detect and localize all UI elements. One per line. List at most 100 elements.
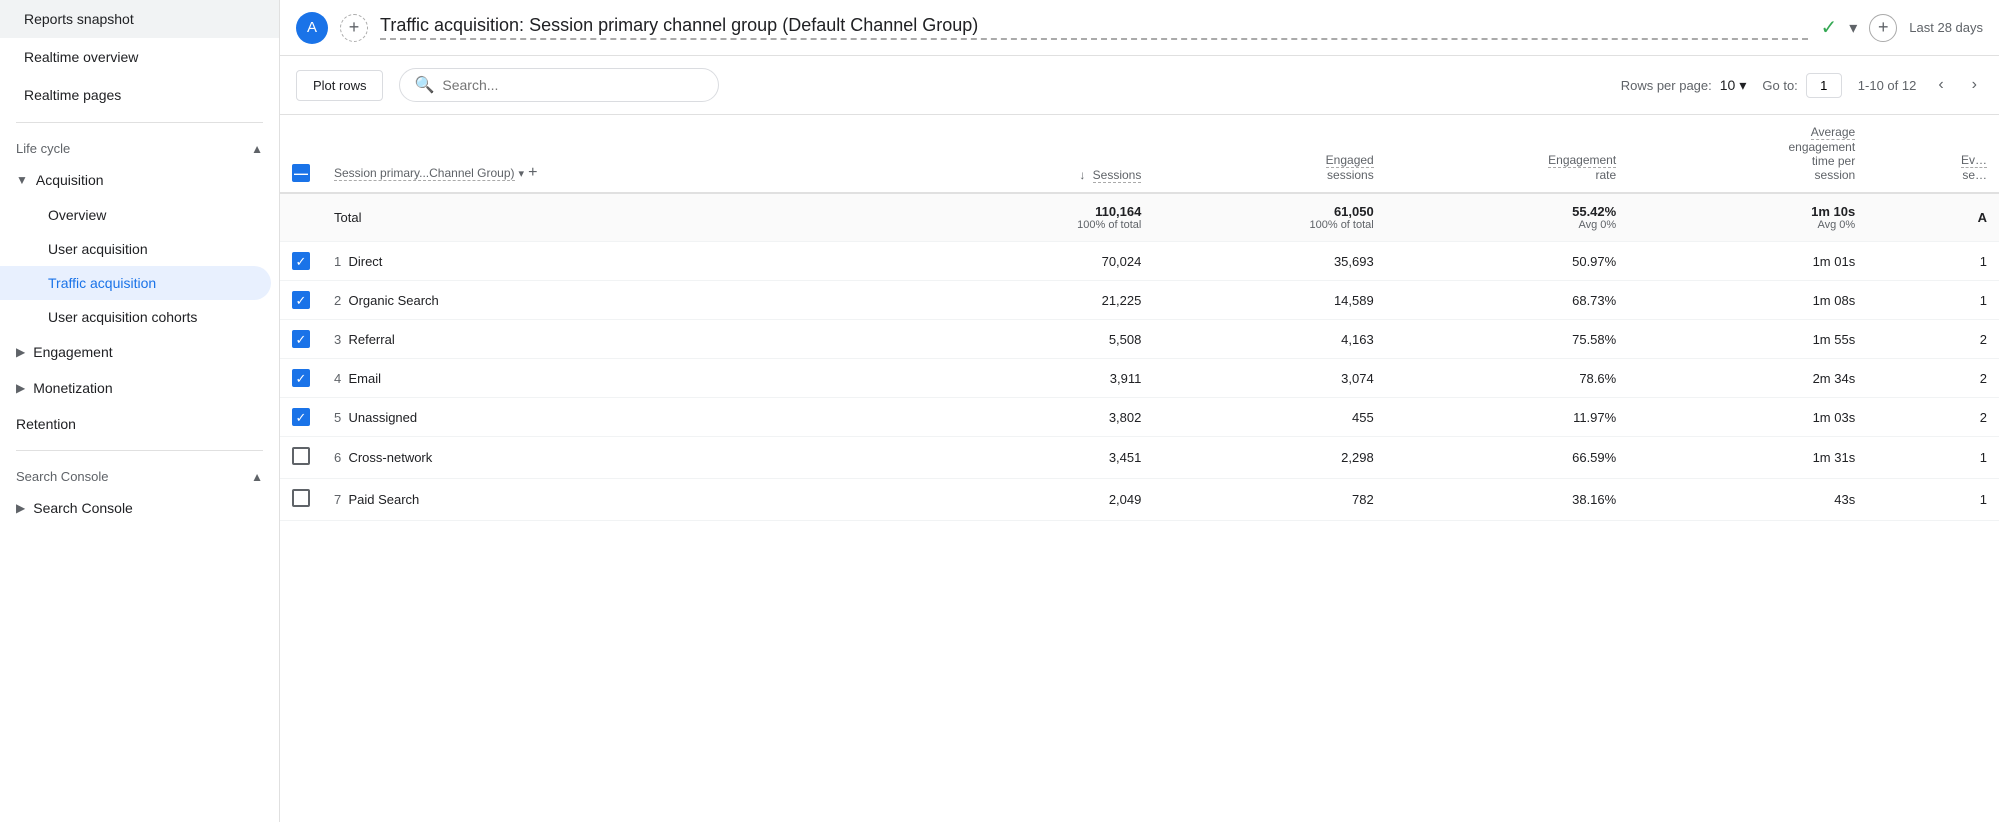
row-sessions: 2,049 <box>921 479 1153 521</box>
sidebar-section-lifecycle[interactable]: Life cycle ▲ <box>0 131 279 162</box>
dimension-col-chevron[interactable]: ▾ <box>519 167 525 180</box>
row-ev-se: 1 <box>1867 437 1999 479</box>
table-toolbar: Plot rows 🔍 Rows per page: 10 ▾ Go to: 1… <box>280 56 1999 115</box>
table-area: Plot rows 🔍 Rows per page: 10 ▾ Go to: 1… <box>280 56 1999 822</box>
sidebar-item-retention[interactable]: Retention <box>0 406 279 442</box>
table-row: 6 Cross-network3,4512,29866.59%1m 31s1 <box>280 437 1999 479</box>
row-avg-eng-time: 1m 01s <box>1628 242 1867 281</box>
row-number: 3 <box>334 332 341 347</box>
row-name: Cross-network <box>348 450 432 465</box>
table-row: 7 Paid Search2,04978238.16%43s1 <box>280 479 1999 521</box>
row-name-cell: 5 Unassigned <box>322 398 921 437</box>
sidebar-item-user-acquisition-cohorts[interactable]: User acquisition cohorts <box>0 300 279 334</box>
row-engaged-sessions: 3,074 <box>1153 359 1385 398</box>
avg-eng-time-col-label[interactable]: Average <box>1811 125 1855 140</box>
row-ev-se: 1 <box>1867 281 1999 320</box>
row-engagement-rate: 11.97% <box>1386 398 1628 437</box>
row-sessions: 21,225 <box>921 281 1153 320</box>
row-engaged-sessions: 2,298 <box>1153 437 1385 479</box>
sidebar-item-acquisition[interactable]: ▼ Acquisition <box>0 162 279 198</box>
row-checkbox[interactable]: ✓ <box>292 408 310 426</box>
row-number: 1 <box>334 254 341 269</box>
select-all-checkbox[interactable]: — <box>292 164 310 182</box>
add-dimension-button[interactable]: + <box>528 164 537 182</box>
row-avg-eng-time: 1m 03s <box>1628 398 1867 437</box>
search-input[interactable] <box>442 77 704 93</box>
row-checkbox[interactable]: ✓ <box>292 252 310 270</box>
total-cb-cell <box>280 193 322 242</box>
total-sessions: 110,164 100% of total <box>921 193 1153 242</box>
row-cb-cell: ✓ <box>280 281 322 320</box>
total-ev-se: A <box>1867 193 1999 242</box>
col-header-engagement-rate: Engagement rate <box>1386 115 1628 193</box>
row-name-cell: 6 Cross-network <box>322 437 921 479</box>
rows-per-page-select[interactable]: 10 ▾ <box>1720 77 1747 94</box>
row-sessions: 3,451 <box>921 437 1153 479</box>
total-avg-eng-time: 1m 10s Avg 0% <box>1628 193 1867 242</box>
row-cb-cell <box>280 437 322 479</box>
sidebar-item-monetization[interactable]: ▶ Monetization <box>0 370 279 406</box>
row-checkbox[interactable] <box>292 489 310 507</box>
sessions-col-label[interactable]: Sessions <box>1093 168 1142 183</box>
goto-section: Go to: <box>1762 73 1841 98</box>
add-report-button[interactable]: + <box>1869 14 1897 42</box>
row-engagement-rate: 78.6% <box>1386 359 1628 398</box>
row-number: 7 <box>334 492 341 507</box>
dimension-col-label[interactable]: Session primary...Channel Group) <box>334 166 515 181</box>
check-circle-icon: ✓ <box>1820 15 1837 40</box>
sidebar-item-realtime-overview[interactable]: Realtime overview <box>0 38 279 76</box>
row-name-cell: 4 Email <box>322 359 921 398</box>
row-sessions: 70,024 <box>921 242 1153 281</box>
ev-se-col-label[interactable]: Ev… <box>1961 153 1987 168</box>
row-engagement-rate: 66.59% <box>1386 437 1628 479</box>
sidebar-divider-1 <box>16 122 263 123</box>
total-row: Total 110,164 100% of total 61,050 100% … <box>280 193 1999 242</box>
row-cb-cell: ✓ <box>280 398 322 437</box>
row-name-cell: 7 Paid Search <box>322 479 921 521</box>
row-checkbox[interactable] <box>292 447 310 465</box>
engaged-sessions-col-label[interactable]: Engaged <box>1326 153 1374 168</box>
row-checkbox[interactable]: ✓ <box>292 291 310 309</box>
sidebar-divider-2 <box>16 450 263 451</box>
row-engagement-rate: 38.16% <box>1386 479 1628 521</box>
monetization-chevron: ▶ <box>16 381 25 395</box>
row-avg-eng-time: 1m 31s <box>1628 437 1867 479</box>
engagement-rate-col-label[interactable]: Engagement <box>1548 153 1616 168</box>
sidebar-item-realtime-pages[interactable]: Realtime pages <box>0 76 279 114</box>
row-engaged-sessions: 455 <box>1153 398 1385 437</box>
sidebar-item-user-acquisition[interactable]: User acquisition <box>0 232 279 266</box>
row-checkbox[interactable]: ✓ <box>292 369 310 387</box>
row-ev-se: 1 <box>1867 479 1999 521</box>
row-ev-se: 2 <box>1867 398 1999 437</box>
plot-rows-button[interactable]: Plot rows <box>296 70 383 101</box>
search-console-section-chevron: ▲ <box>251 470 263 484</box>
total-engaged-sessions: 61,050 100% of total <box>1153 193 1385 242</box>
avatar[interactable]: A <box>296 12 328 44</box>
data-table: — Session primary...Channel Group) ▾ + ↓… <box>280 115 1999 521</box>
acquisition-chevron: ▼ <box>16 173 28 187</box>
date-range[interactable]: Last 28 days <box>1909 20 1983 35</box>
row-engaged-sessions: 4,163 <box>1153 320 1385 359</box>
rows-per-page-control: Rows per page: 10 ▾ <box>1621 77 1747 94</box>
row-avg-eng-time: 1m 55s <box>1628 320 1867 359</box>
row-checkbox[interactable]: ✓ <box>292 330 310 348</box>
sidebar-item-search-console[interactable]: ▶ Search Console <box>0 490 279 526</box>
sidebar-section-search-console[interactable]: Search Console ▲ <box>0 459 279 490</box>
sidebar-item-engagement[interactable]: ▶ Engagement <box>0 334 279 370</box>
row-engaged-sessions: 14,589 <box>1153 281 1385 320</box>
sidebar-item-traffic-acquisition[interactable]: Traffic acquisition <box>0 266 271 300</box>
prev-page-button[interactable]: ‹ <box>1932 72 1949 98</box>
goto-input[interactable] <box>1806 73 1842 98</box>
table-body: Total 110,164 100% of total 61,050 100% … <box>280 193 1999 521</box>
title-actions: ✓ ▾ + <box>1820 14 1897 42</box>
add-account-button[interactable]: + <box>340 14 368 42</box>
sidebar-item-overview[interactable]: Overview <box>0 198 279 232</box>
col-header-sessions: ↓ Sessions <box>921 115 1153 193</box>
row-name: Direct <box>348 254 382 269</box>
col-header-engaged-sessions: Engaged sessions <box>1153 115 1385 193</box>
sidebar-item-reports-snapshot[interactable]: Reports snapshot <box>0 0 279 38</box>
next-page-button[interactable]: › <box>1966 72 1983 98</box>
title-dropdown-button[interactable]: ▾ <box>1845 14 1861 42</box>
row-ev-se: 2 <box>1867 320 1999 359</box>
table-row: ✓3 Referral5,5084,16375.58%1m 55s2 <box>280 320 1999 359</box>
